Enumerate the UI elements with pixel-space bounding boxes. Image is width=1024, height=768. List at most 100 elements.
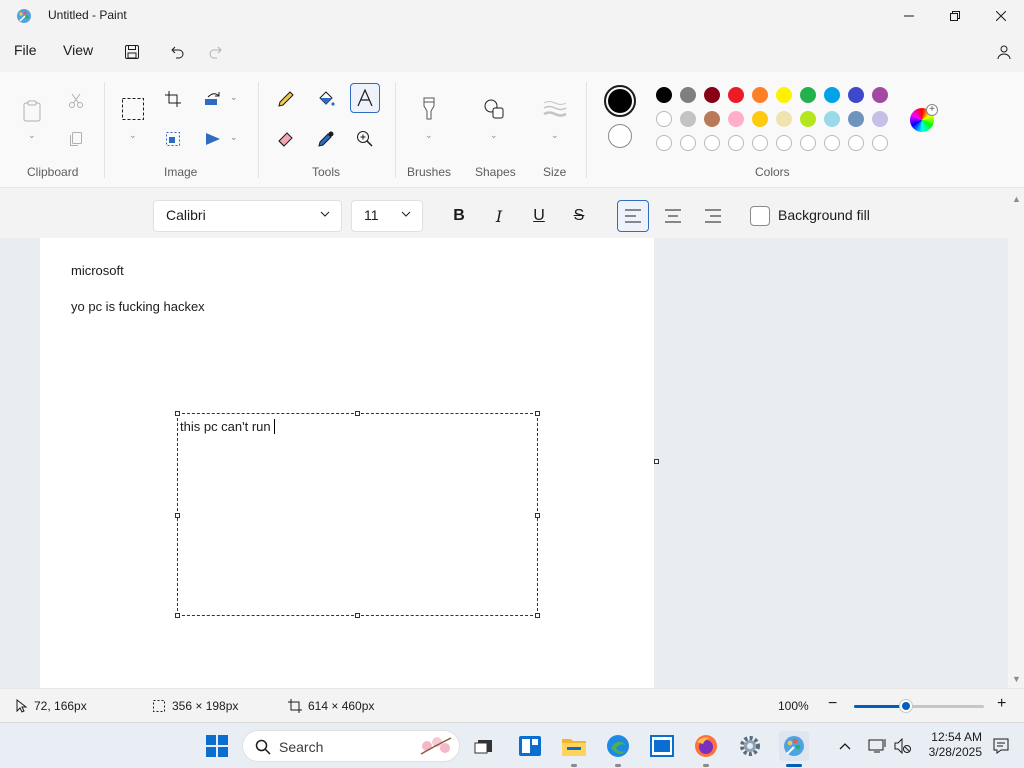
bold-button[interactable]: B — [444, 202, 474, 230]
paint-taskbar-button[interactable] — [779, 731, 809, 767]
color-swatch[interactable] — [680, 87, 696, 103]
color-swatch[interactable] — [848, 87, 864, 103]
show-hidden-icons-button[interactable] — [830, 731, 860, 761]
fill-button[interactable] — [311, 84, 341, 114]
pencil-button[interactable] — [271, 84, 301, 114]
cut-button[interactable] — [61, 86, 91, 116]
color-swatch[interactable] — [728, 111, 744, 127]
custom-color-slot[interactable] — [680, 135, 696, 151]
flip-button[interactable] — [198, 124, 228, 154]
zoom-level[interactable]: 100% — [778, 699, 809, 713]
text-tool-button[interactable] — [350, 83, 380, 113]
magnifier-button[interactable] — [350, 124, 380, 154]
crop-button[interactable] — [158, 84, 188, 114]
size-button[interactable] — [540, 94, 570, 124]
color-swatch[interactable] — [656, 87, 672, 103]
align-right-button[interactable] — [698, 202, 728, 230]
start-button[interactable] — [202, 731, 232, 761]
color-swatch[interactable] — [872, 111, 888, 127]
resize-handle[interactable] — [355, 613, 360, 618]
color-swatch[interactable] — [776, 111, 792, 127]
color-swatch[interactable] — [800, 87, 816, 103]
color-swatch[interactable] — [752, 87, 768, 103]
minimize-button[interactable] — [886, 0, 932, 32]
custom-color-slot[interactable] — [656, 135, 672, 151]
firefox-button[interactable] — [691, 731, 721, 767]
custom-color-slot[interactable] — [728, 135, 744, 151]
redo-button[interactable] — [204, 40, 228, 64]
shapes-chevron-icon[interactable]: ⌄ — [490, 130, 498, 141]
color-swatch[interactable] — [704, 87, 720, 103]
flip-chevron-icon[interactable]: ⌄ — [230, 132, 238, 143]
paste-button[interactable] — [17, 96, 47, 126]
zoom-slider[interactable] — [854, 700, 984, 712]
zoom-slider-thumb[interactable] — [900, 700, 912, 712]
select-chevron-icon[interactable]: ⌄ — [129, 130, 137, 141]
account-button[interactable] — [992, 40, 1016, 64]
underline-button[interactable]: U — [524, 202, 554, 230]
resize-button[interactable] — [158, 124, 188, 154]
notifications-button[interactable] — [986, 731, 1016, 761]
color-swatch[interactable] — [704, 111, 720, 127]
copy-button[interactable] — [61, 124, 91, 154]
resize-handle[interactable] — [535, 411, 540, 416]
eraser-button[interactable] — [271, 124, 301, 154]
select-button[interactable] — [118, 94, 148, 124]
zoom-in-button[interactable]: + — [997, 695, 1006, 713]
custom-color-slot[interactable] — [872, 135, 888, 151]
italic-button[interactable]: I — [484, 202, 514, 230]
custom-color-slot[interactable] — [776, 135, 792, 151]
resize-handle[interactable] — [535, 613, 540, 618]
color-swatch[interactable] — [800, 111, 816, 127]
canvas-resize-handle[interactable] — [654, 459, 659, 464]
task-view-button[interactable] — [469, 731, 499, 761]
text-box-content[interactable]: this pc can't run — [180, 419, 275, 434]
color-swatch[interactable] — [656, 111, 672, 127]
color-swatch[interactable] — [776, 87, 792, 103]
color-swatch[interactable] — [872, 87, 888, 103]
color-swatch[interactable] — [680, 111, 696, 127]
color-swatch[interactable] — [728, 87, 744, 103]
font-size-dropdown[interactable]: 11 — [351, 200, 423, 232]
color-picker-button[interactable] — [311, 124, 341, 154]
shapes-button[interactable] — [479, 94, 509, 124]
vertical-scrollbar[interactable]: ▲ ▼ — [1008, 190, 1024, 688]
scroll-up-icon[interactable]: ▲ — [1012, 194, 1021, 204]
color-swatch[interactable] — [824, 111, 840, 127]
custom-color-slot[interactable] — [752, 135, 768, 151]
zoom-out-button[interactable]: − — [828, 695, 837, 713]
strikethrough-button[interactable]: S — [564, 202, 594, 230]
restore-button[interactable] — [932, 0, 978, 32]
file-menu[interactable]: File — [14, 42, 37, 58]
brushes-chevron-icon[interactable]: ⌄ — [425, 130, 433, 141]
font-family-dropdown[interactable]: Calibri — [153, 200, 342, 232]
taskbar-search[interactable]: Search — [242, 730, 460, 762]
text-box[interactable]: this pc can't run — [175, 411, 540, 618]
settings-button[interactable] — [735, 731, 765, 761]
color2-selector[interactable] — [608, 124, 632, 148]
file-explorer-button[interactable] — [559, 731, 589, 767]
resize-handle[interactable] — [355, 411, 360, 416]
align-left-button[interactable] — [617, 200, 649, 232]
background-fill-checkbox[interactable] — [750, 206, 770, 226]
rotate-chevron-icon[interactable]: ⌄ — [230, 92, 238, 103]
scroll-down-icon[interactable]: ▼ — [1012, 674, 1021, 684]
resize-handle[interactable] — [175, 411, 180, 416]
color-swatch[interactable] — [824, 87, 840, 103]
store-app-button[interactable] — [647, 731, 677, 761]
custom-color-slot[interactable] — [848, 135, 864, 151]
color1-selector[interactable] — [604, 85, 636, 117]
paste-chevron-icon[interactable]: ⌄ — [28, 130, 36, 141]
custom-color-slot[interactable] — [824, 135, 840, 151]
resize-handle[interactable] — [175, 513, 180, 518]
edge-button[interactable] — [603, 731, 633, 767]
volume-status[interactable] — [888, 731, 918, 761]
size-chevron-icon[interactable]: ⌄ — [551, 130, 559, 141]
align-center-button[interactable] — [658, 202, 688, 230]
undo-button[interactable] — [165, 40, 189, 64]
canvas[interactable]: microsoft yo pc is fucking hackex this p… — [40, 238, 654, 688]
rotate-button[interactable] — [198, 84, 228, 114]
custom-color-slot[interactable] — [704, 135, 720, 151]
view-menu[interactable]: View — [63, 42, 93, 58]
color-swatch[interactable] — [752, 111, 768, 127]
